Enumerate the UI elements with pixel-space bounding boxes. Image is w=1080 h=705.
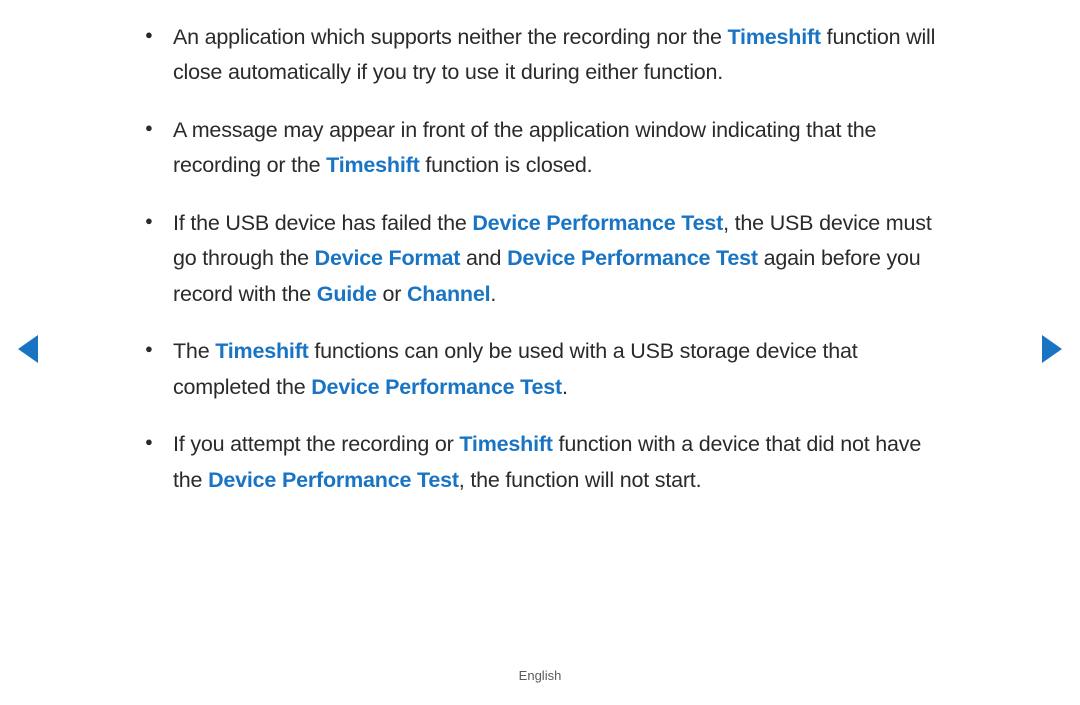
list-item: The Timeshift functions can only be used…	[145, 334, 940, 405]
highlight-term: Timeshift	[215, 339, 308, 363]
highlight-term: Device Format	[315, 246, 461, 270]
text-run: , the function will not start.	[459, 468, 702, 492]
highlight-term: Device Performance Test	[507, 246, 758, 270]
text-run: If the USB device has failed the	[173, 211, 472, 235]
highlight-term: Device Performance Test	[311, 375, 562, 399]
highlight-term: Device Performance Test	[208, 468, 459, 492]
highlight-term: Guide	[317, 282, 377, 306]
text-run: and	[460, 246, 507, 270]
text-run: The	[173, 339, 215, 363]
next-page-arrow-icon[interactable]	[1042, 335, 1062, 363]
body-text: An application which supports neither th…	[145, 20, 940, 520]
text-run: or	[377, 282, 407, 306]
prev-page-arrow-icon[interactable]	[18, 335, 38, 363]
highlight-term: Timeshift	[728, 25, 821, 49]
footer-language: English	[0, 668, 1080, 683]
highlight-term: Timeshift	[326, 153, 419, 177]
highlight-term: Channel	[407, 282, 490, 306]
list-item: If the USB device has failed the Device …	[145, 206, 940, 312]
list-item: A message may appear in front of the app…	[145, 113, 940, 184]
list-item: If you attempt the recording or Timeshif…	[145, 427, 940, 498]
text-run: An application which supports neither th…	[173, 25, 728, 49]
bullet-list: An application which supports neither th…	[145, 20, 940, 498]
text-run: .	[490, 282, 496, 306]
text-run: If you attempt the recording or	[173, 432, 459, 456]
highlight-term: Timeshift	[459, 432, 552, 456]
manual-page: An application which supports neither th…	[0, 0, 1080, 705]
text-run: function is closed.	[420, 153, 593, 177]
text-run: .	[562, 375, 568, 399]
list-item: An application which supports neither th…	[145, 20, 940, 91]
highlight-term: Device Performance Test	[472, 211, 723, 235]
